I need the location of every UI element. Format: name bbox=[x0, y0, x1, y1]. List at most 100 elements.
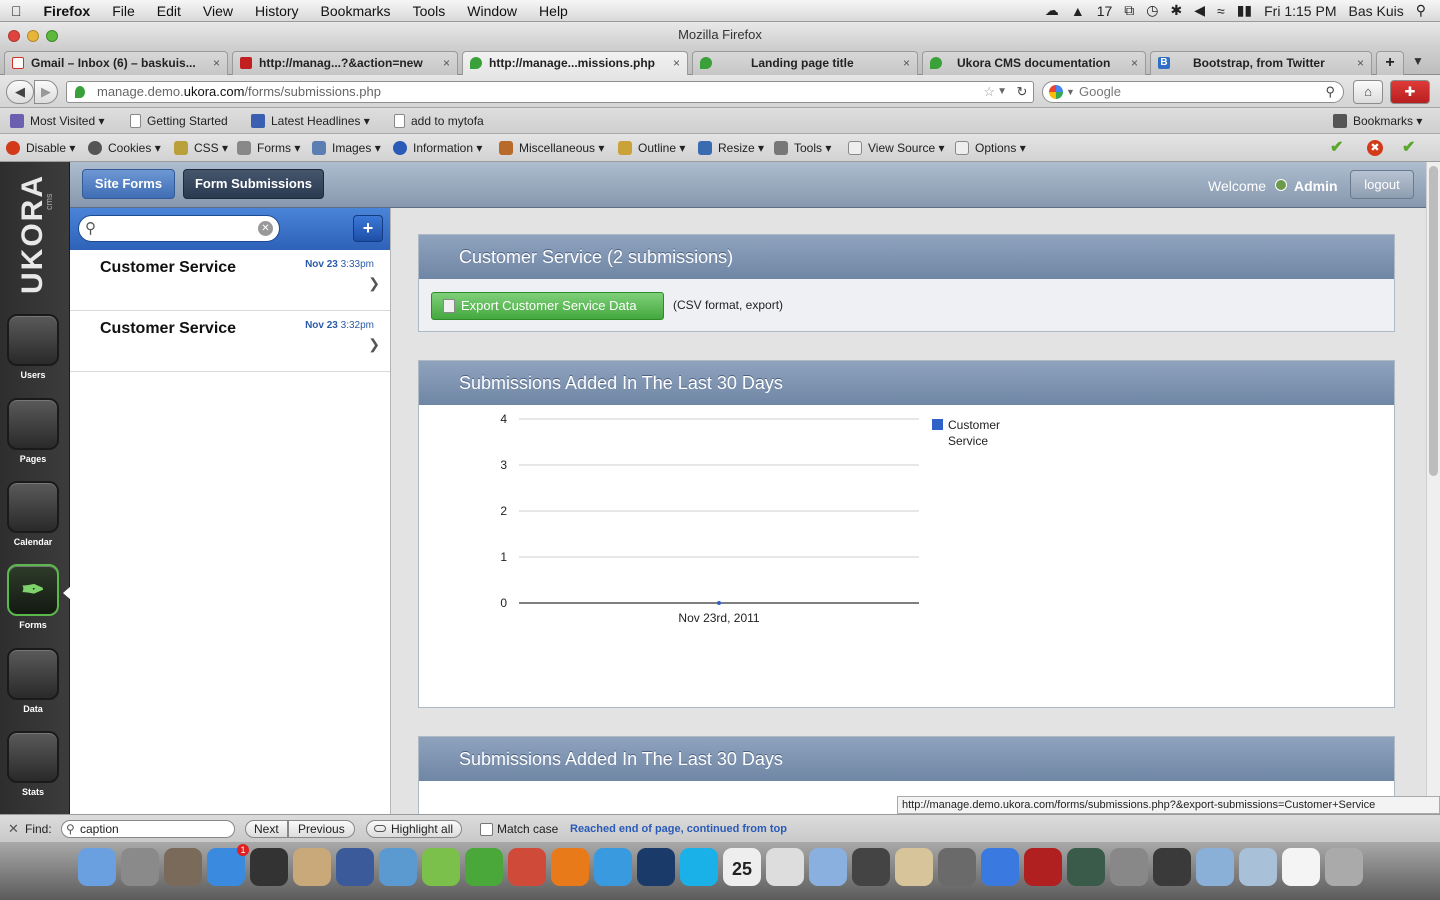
addon-button[interactable]: ✚ bbox=[1390, 80, 1430, 104]
documents-icon[interactable] bbox=[1239, 848, 1277, 886]
menu-view[interactable]: View bbox=[192, 0, 244, 22]
clock[interactable]: Fri 1:15 PM bbox=[1264, 3, 1336, 19]
adobe-icon[interactable]: ▲ bbox=[1071, 3, 1085, 19]
tab-list-icon[interactable]: ▼ bbox=[1412, 54, 1424, 68]
menu-history[interactable]: History bbox=[244, 0, 310, 22]
photo-icon[interactable] bbox=[938, 848, 976, 886]
tab-gmail[interactable]: Gmail – Inbox (6) – baskuis... × bbox=[4, 51, 228, 75]
export-button[interactable]: Export Customer Service Data bbox=[431, 292, 664, 320]
add-button[interactable]: + bbox=[353, 215, 383, 242]
tab-submissions[interactable]: http://manage...missions.php × bbox=[462, 51, 688, 75]
rail-stats[interactable]: Stats bbox=[5, 731, 61, 797]
timemachine-icon[interactable] bbox=[1067, 848, 1105, 886]
logout-button[interactable]: logout bbox=[1350, 170, 1414, 199]
sync-icon[interactable]: ⧉ bbox=[1124, 2, 1134, 19]
close-window-icon[interactable] bbox=[8, 30, 20, 42]
find-next-button[interactable]: Next bbox=[245, 820, 288, 838]
dev-outline[interactable]: Outline ▾ bbox=[618, 134, 685, 162]
wifi-icon[interactable]: ≈ bbox=[1217, 3, 1225, 19]
tab-landing-page[interactable]: Landing page title × bbox=[692, 51, 918, 75]
dev-cookies[interactable]: Cookies ▾ bbox=[88, 134, 161, 162]
rail-calendar[interactable]: Calendar bbox=[5, 481, 61, 547]
history-dropdown-icon[interactable]: ▼ bbox=[997, 82, 1007, 102]
cloud-icon[interactable]: ☁ bbox=[1045, 2, 1059, 19]
bookmark-mytofa[interactable]: add to mytofa bbox=[394, 108, 484, 134]
find-input[interactable]: ⚲ caption bbox=[61, 820, 235, 838]
dev-resize[interactable]: Resize ▾ bbox=[698, 134, 764, 162]
finder-icon[interactable] bbox=[78, 848, 116, 886]
tab-ukora-docs[interactable]: Ukora CMS documentation × bbox=[922, 51, 1146, 75]
menu-help[interactable]: Help bbox=[528, 0, 579, 22]
spotlight-icon[interactable]: ⚲ bbox=[1416, 2, 1426, 19]
leaf-icon[interactable] bbox=[465, 848, 503, 886]
rail-pages[interactable]: Pages bbox=[5, 398, 61, 464]
forward-button[interactable]: ▶ bbox=[34, 80, 58, 104]
close-tab-icon[interactable]: × bbox=[1357, 52, 1364, 74]
engine-dropdown-icon[interactable]: ▼ bbox=[1066, 82, 1075, 102]
search-input[interactable]: ▼ Google ⚲ bbox=[1042, 81, 1344, 103]
safari-icon[interactable] bbox=[594, 848, 632, 886]
chrome-icon[interactable] bbox=[508, 848, 546, 886]
list-item[interactable]: Customer Service Nov 23 3:32pm ❯ bbox=[70, 311, 390, 372]
appstore-icon[interactable]: 1 bbox=[207, 844, 249, 886]
tool-icon[interactable] bbox=[766, 848, 804, 886]
dev-forms[interactable]: Forms ▾ bbox=[237, 134, 300, 162]
dev-options[interactable]: Options ▾ bbox=[955, 134, 1026, 162]
menu-edit[interactable]: Edit bbox=[146, 0, 192, 22]
notification-count[interactable]: 17 bbox=[1097, 3, 1113, 19]
adium-icon[interactable] bbox=[422, 848, 460, 886]
time-machine-icon[interactable]: ◷ bbox=[1146, 2, 1158, 19]
tab-action-new[interactable]: http://manag...?&action=new × bbox=[232, 51, 458, 75]
ical-icon[interactable]: 25 bbox=[723, 848, 761, 886]
close-tab-icon[interactable]: × bbox=[1131, 52, 1138, 74]
photobooth-icon[interactable] bbox=[1024, 848, 1062, 886]
bookmark-getting-started[interactable]: Getting Started bbox=[130, 108, 228, 134]
match-case-checkbox[interactable] bbox=[480, 823, 493, 836]
preview-icon[interactable] bbox=[293, 848, 331, 886]
google-icon[interactable] bbox=[1049, 85, 1063, 99]
file-icon[interactable] bbox=[1282, 848, 1320, 886]
rail-users[interactable]: Users bbox=[5, 314, 61, 380]
dev-information[interactable]: Information ▾ bbox=[393, 134, 482, 162]
bookmark-star-icon[interactable]: ☆ bbox=[983, 82, 995, 102]
dev-miscellaneous[interactable]: Miscellaneous ▾ bbox=[499, 134, 604, 162]
photoshop-icon[interactable] bbox=[637, 848, 675, 886]
contacts-icon[interactable] bbox=[895, 848, 933, 886]
mail-icon[interactable] bbox=[379, 848, 417, 886]
launchpad-icon[interactable] bbox=[121, 848, 159, 886]
close-tab-icon[interactable]: × bbox=[443, 52, 450, 74]
error-icon[interactable]: ✖ bbox=[1367, 140, 1383, 156]
site-forms-tab[interactable]: Site Forms bbox=[82, 169, 175, 199]
systemprefs-icon[interactable] bbox=[1110, 848, 1148, 886]
dev-css[interactable]: CSS ▾ bbox=[174, 134, 228, 162]
match-case-label[interactable]: Match case bbox=[497, 815, 558, 843]
trash-icon[interactable] bbox=[1325, 848, 1363, 886]
list-search-input[interactable]: ⚲ ✕ bbox=[78, 215, 280, 242]
dev-disable[interactable]: Disable ▾ bbox=[6, 134, 75, 162]
bluetooth-icon[interactable]: ✱ bbox=[1171, 2, 1183, 19]
chat-icon[interactable] bbox=[809, 848, 847, 886]
menu-tools[interactable]: Tools bbox=[402, 0, 457, 22]
battery-icon[interactable]: ▮▮ bbox=[1237, 2, 1252, 19]
css-valid-icon[interactable]: ✔ bbox=[1330, 134, 1343, 162]
back-button[interactable]: ◀ bbox=[6, 80, 34, 104]
close-tab-icon[interactable]: × bbox=[213, 52, 220, 74]
dashboard-icon[interactable] bbox=[250, 848, 288, 886]
minimize-window-icon[interactable] bbox=[27, 30, 39, 42]
bookmark-latest-headlines[interactable]: Latest Headlines ▾ bbox=[251, 108, 370, 134]
search-icon[interactable]: ⚲ bbox=[1325, 82, 1335, 102]
reload-icon[interactable]: ↻ bbox=[1012, 81, 1032, 105]
rail-forms[interactable]: ✒ Forms bbox=[5, 564, 61, 630]
bookmarks-menu[interactable]: Bookmarks ▾ bbox=[1333, 108, 1422, 134]
facetime-icon[interactable] bbox=[852, 848, 890, 886]
virtualbox-icon[interactable] bbox=[336, 848, 374, 886]
close-findbar-icon[interactable]: ✕ bbox=[8, 815, 19, 843]
spotify-icon[interactable] bbox=[1153, 848, 1191, 886]
new-tab-button[interactable]: + bbox=[1376, 51, 1404, 75]
itunes-icon[interactable] bbox=[981, 848, 1019, 886]
dev-view-source[interactable]: View Source ▾ bbox=[848, 134, 945, 162]
form-submissions-tab[interactable]: Form Submissions bbox=[183, 169, 324, 199]
page-scrollbar[interactable] bbox=[1426, 162, 1440, 814]
tab-bootstrap[interactable]: B Bootstrap, from Twitter × bbox=[1150, 51, 1372, 75]
site-identity-icon[interactable] bbox=[75, 86, 85, 98]
